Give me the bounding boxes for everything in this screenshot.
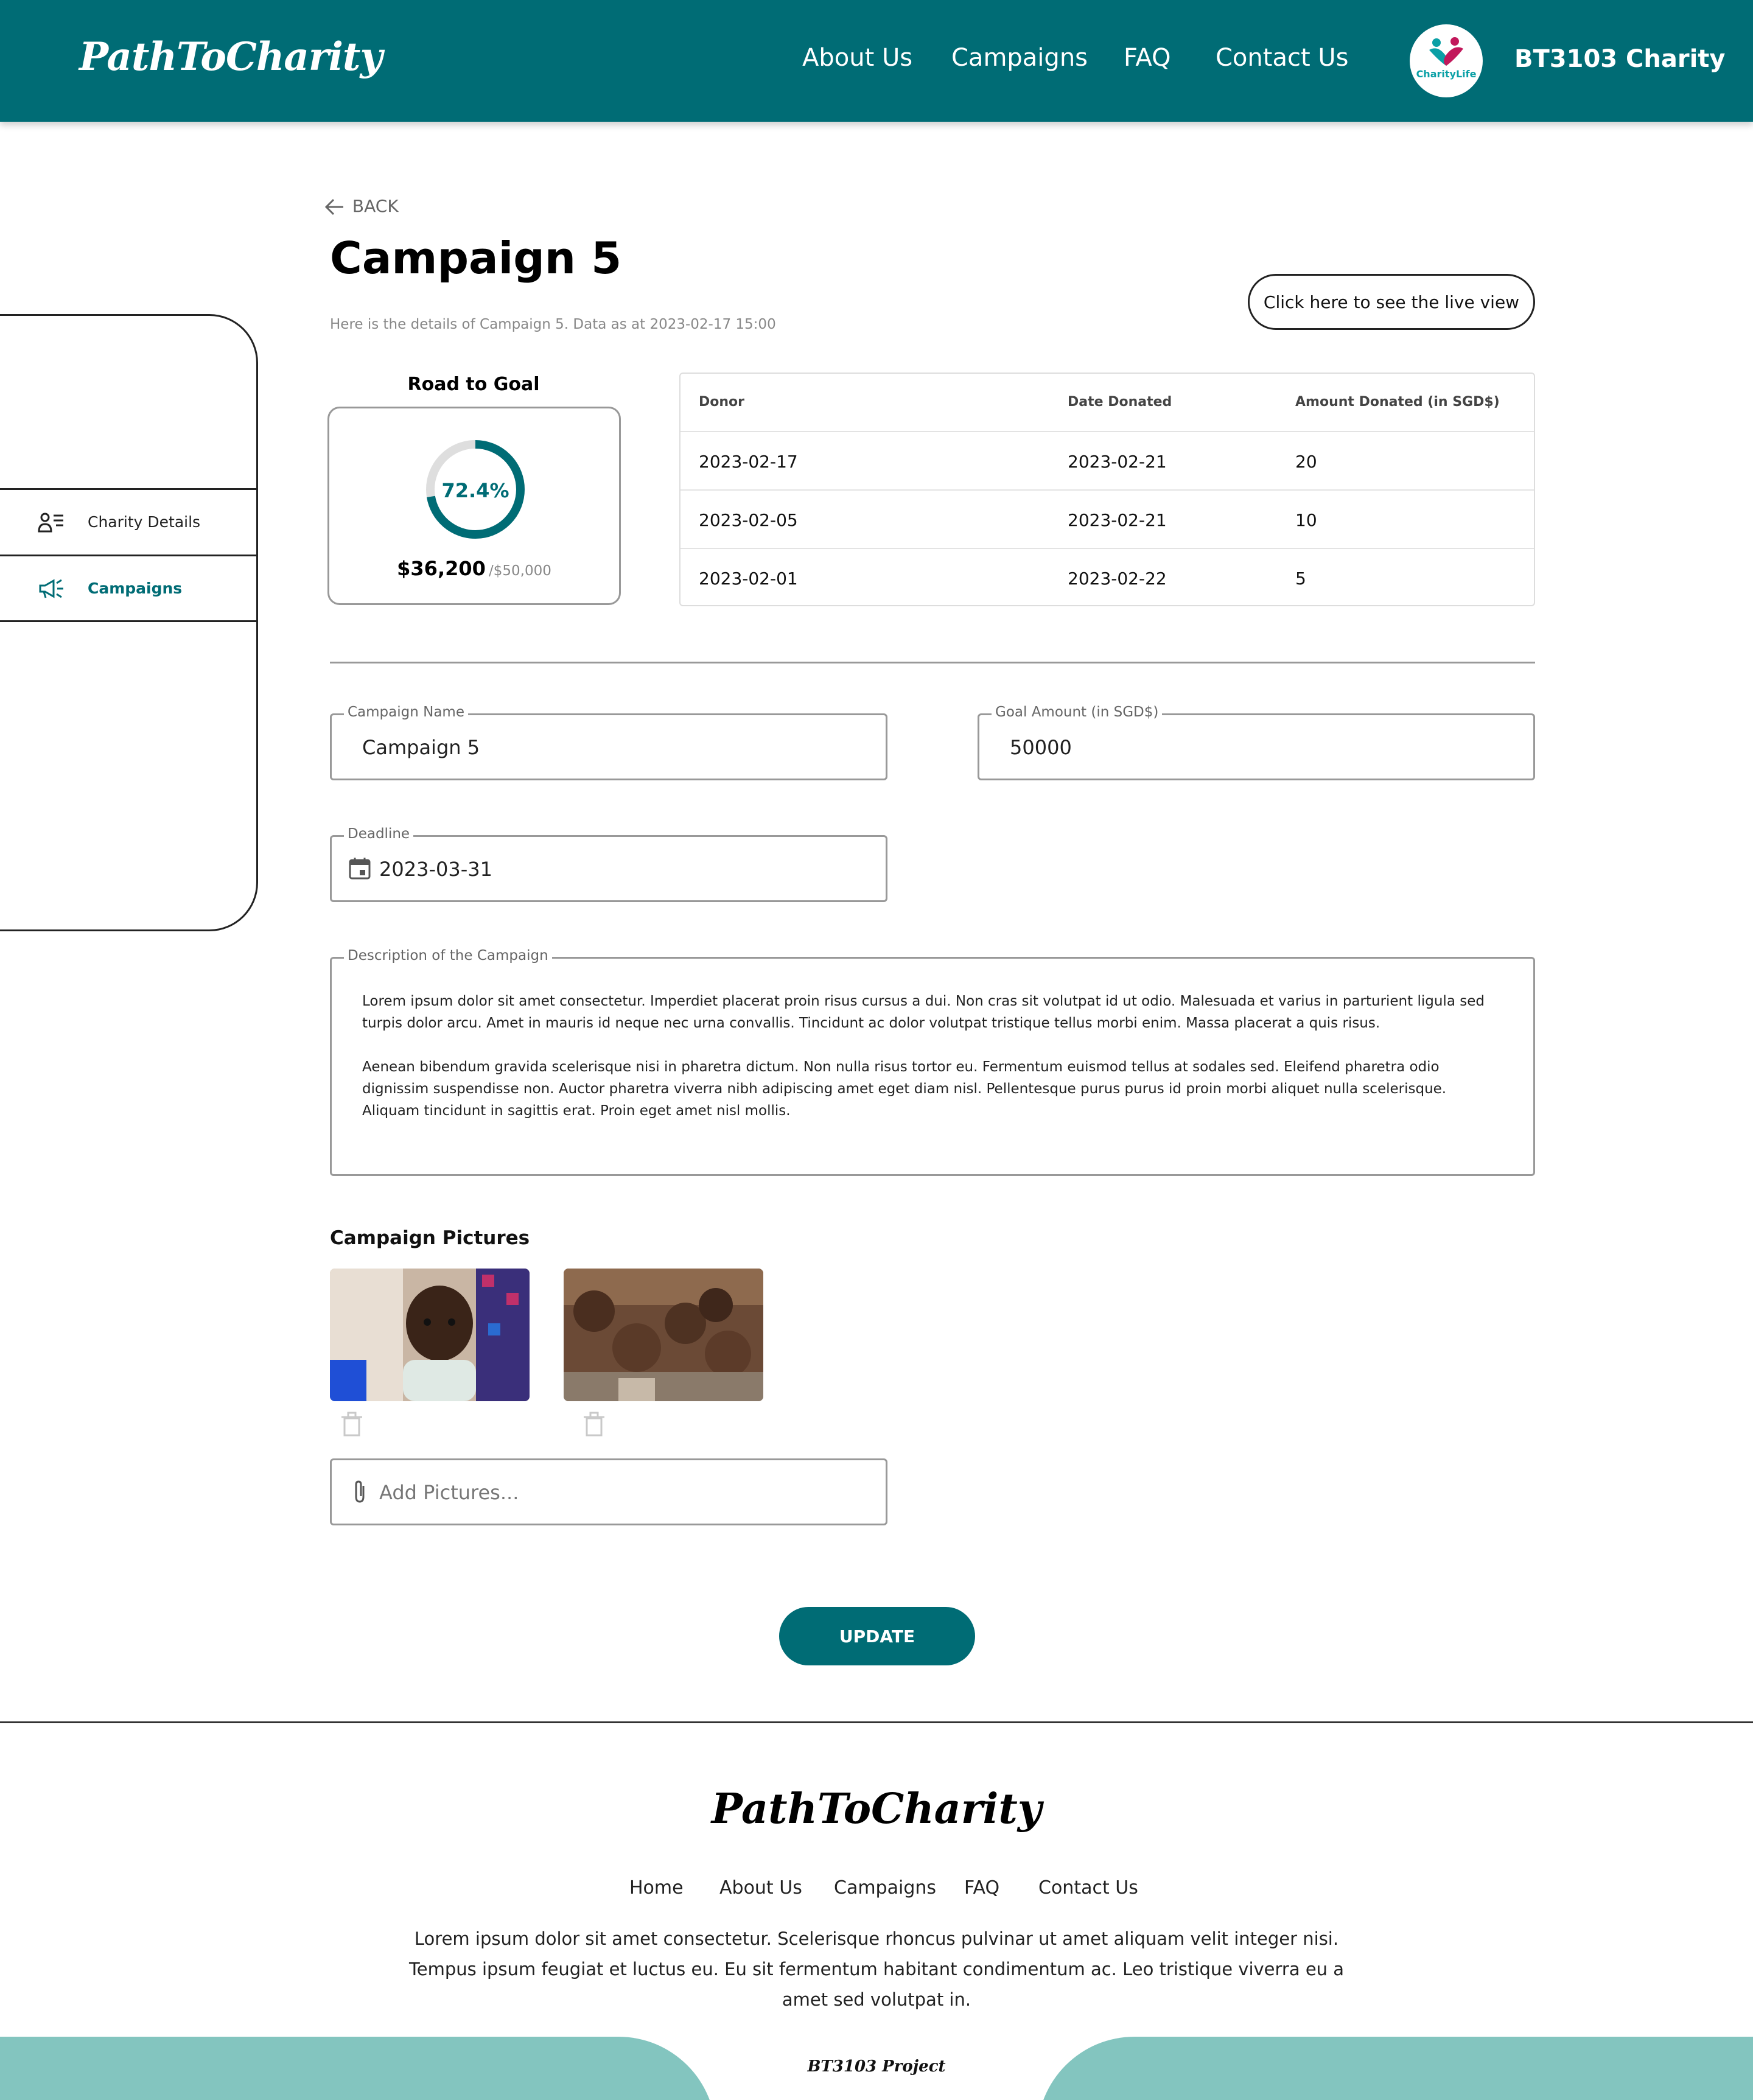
deadline-label: Deadline: [344, 826, 414, 842]
footer-band-left: [0, 2037, 716, 2100]
org-name[interactable]: BT3103 Charity: [1514, 45, 1725, 73]
site-logo[interactable]: PathToCharity: [79, 34, 383, 80]
table-row[interactable]: 2023-02-05 2023-02-21 10: [681, 491, 1534, 549]
update-button[interactable]: UPDATE: [779, 1607, 975, 1665]
footer-divider: [0, 1721, 1753, 1723]
footer-nav-faq[interactable]: FAQ: [964, 1877, 999, 1899]
calendar-icon[interactable]: [348, 856, 372, 881]
progress-percent: 72.4%: [441, 479, 509, 502]
child-photo-image: [330, 1269, 530, 1401]
description-paragraph: Lorem ipsum dolor sit amet consectetur. …: [362, 993, 1485, 1031]
live-view-button[interactable]: Click here to see the live view: [1248, 274, 1535, 330]
add-pictures-placeholder[interactable]: Add Pictures...: [379, 1481, 519, 1504]
top-header: PathToCharity About Us Campaigns FAQ Con…: [0, 0, 1753, 122]
page-subtitle: Here is the details of Campaign 5. Data …: [330, 317, 776, 332]
footer-nav-home[interactable]: Home: [629, 1877, 684, 1899]
nav-campaigns[interactable]: Campaigns: [951, 44, 1088, 72]
megaphone-icon: [39, 579, 63, 598]
cell-amount: 20: [1295, 452, 1317, 472]
arrow-left-icon: [324, 198, 343, 215]
table-row[interactable]: 2023-02-01 2023-02-22 5: [681, 549, 1534, 605]
goal-amount-value[interactable]: 50000: [1010, 736, 1072, 759]
campaign-name-label: Campaign Name: [344, 704, 468, 720]
cell-donor: 2023-02-01: [699, 569, 798, 589]
footer-nav-about-us[interactable]: About Us: [719, 1877, 802, 1899]
footer-band: BT3103 Project: [0, 2037, 1753, 2100]
delete-picture-icon[interactable]: [340, 1411, 364, 1438]
footer-band-text: BT3103 Project: [807, 2057, 946, 2076]
cell-amount: 10: [1295, 510, 1317, 530]
sidebar-item-label: Charity Details: [88, 513, 201, 531]
footer-nav-contact-us[interactable]: Contact Us: [1038, 1877, 1138, 1899]
cell-amount: 5: [1295, 569, 1306, 589]
description-field[interactable]: Description of the Campaign Lorem ipsum …: [330, 948, 1535, 1176]
campaign-pictures-title: Campaign Pictures: [330, 1227, 530, 1249]
campaign-picture[interactable]: [330, 1269, 530, 1401]
table-row[interactable]: 2023-02-17 2023-02-21 20: [681, 432, 1534, 491]
nav-contact-us[interactable]: Contact Us: [1216, 44, 1348, 72]
cell-date: 2023-02-21: [1068, 510, 1167, 530]
cell-donor: 2023-02-17: [699, 452, 798, 472]
charity-avatar[interactable]: CharityLife: [1410, 24, 1483, 97]
deadline-field[interactable]: Deadline 2023-03-31: [330, 826, 887, 902]
deadline-value[interactable]: 2023-03-31: [379, 858, 492, 881]
back-label: BACK: [352, 196, 399, 216]
page-title: Campaign 5: [330, 233, 622, 284]
sidebar-item-charity-details[interactable]: Charity Details: [0, 488, 256, 554]
nav-about-us[interactable]: About Us: [802, 44, 912, 72]
column-header-date[interactable]: Date Donated: [1068, 394, 1172, 410]
description-paragraph: Aenean bibendum gravida scelerisque nisi…: [362, 1059, 1447, 1119]
column-header-donor[interactable]: Donor: [699, 394, 744, 410]
paperclip-icon: [355, 1480, 365, 1503]
cell-date: 2023-02-21: [1068, 452, 1167, 472]
cell-donor: 2023-02-05: [699, 510, 798, 530]
charity-logo-icon: [1429, 37, 1463, 66]
goal-card: 72.4% $36,200 /$50,000: [327, 407, 621, 605]
footer-band-right: [1037, 2037, 1753, 2100]
children-group-photo-image: [564, 1269, 763, 1401]
goal-amount: /$50,000: [488, 563, 551, 579]
goal-title: Road to Goal: [407, 374, 540, 395]
raised-amount: $36,200: [397, 557, 486, 580]
footer-logo[interactable]: PathToCharity: [0, 1785, 1753, 1833]
goal-amount-field[interactable]: Goal Amount (in SGD$) 50000: [978, 704, 1535, 780]
description-text[interactable]: Lorem ipsum dolor sit amet consectetur. …: [362, 990, 1506, 1144]
campaign-name-field[interactable]: Campaign Name Campaign 5: [330, 704, 887, 780]
sidebar: Charity Details Campaigns: [0, 314, 258, 931]
nav-faq[interactable]: FAQ: [1124, 44, 1170, 72]
user-list-icon: [38, 513, 63, 533]
donations-table: Donor Date Donated Amount Donated (in SG…: [679, 373, 1535, 606]
add-pictures-field[interactable]: Add Pictures...: [330, 1458, 887, 1525]
campaign-name-value[interactable]: Campaign 5: [362, 736, 480, 759]
raised-amount-row: $36,200 /$50,000: [329, 557, 619, 580]
footer-description: Lorem ipsum dolor sit amet consectetur. …: [408, 1928, 1345, 2010]
cell-date: 2023-02-22: [1068, 569, 1167, 589]
section-divider: [330, 662, 1535, 663]
sidebar-item-label: Campaigns: [88, 579, 183, 597]
back-link[interactable]: BACK: [323, 195, 399, 219]
avatar-label: CharityLife: [1416, 68, 1477, 80]
campaign-picture[interactable]: [564, 1269, 763, 1401]
table-header: Donor Date Donated Amount Donated (in SG…: [681, 374, 1534, 432]
delete-picture-icon[interactable]: [582, 1411, 606, 1438]
sidebar-item-campaigns[interactable]: Campaigns: [0, 555, 256, 622]
column-header-amount[interactable]: Amount Donated (in SGD$): [1295, 394, 1500, 410]
description-label: Description of the Campaign: [344, 948, 552, 964]
footer-nav-campaigns[interactable]: Campaigns: [834, 1877, 936, 1899]
goal-amount-label: Goal Amount (in SGD$): [992, 704, 1163, 720]
